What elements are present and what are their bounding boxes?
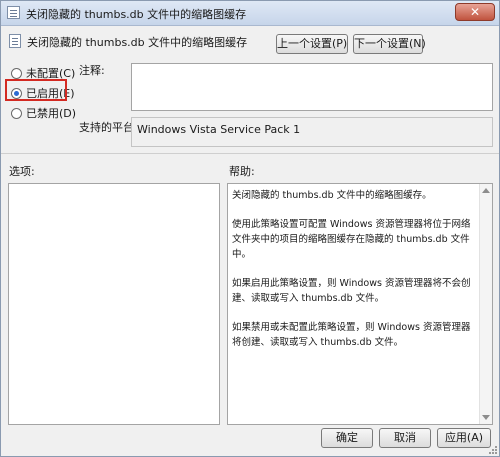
cancel-button[interactable]: 取消 bbox=[379, 428, 431, 448]
policy-setting-icon bbox=[9, 34, 21, 48]
resize-grip-icon[interactable] bbox=[487, 444, 497, 454]
help-paragraph: 如果禁用或未配置此策略设置，则 Windows 资源管理器将创建、读取或写入 t… bbox=[232, 322, 471, 348]
policy-settings-window: 关闭隐藏的 thumbs.db 文件中的缩略图缓存 ✕ 关闭隐藏的 thumbs… bbox=[0, 0, 500, 457]
options-label: 选项: bbox=[9, 165, 35, 178]
comment-textarea[interactable] bbox=[131, 63, 493, 111]
radio-button[interactable] bbox=[11, 107, 22, 119]
radio-disabled[interactable]: 已禁用(D) bbox=[11, 105, 76, 121]
platform-field: Windows Vista Service Pack 1 bbox=[131, 117, 493, 147]
help-panel: 关闭隐藏的 thumbs.db 文件中的缩略图缓存。 使用此策略设置可配置 Wi… bbox=[227, 183, 493, 425]
highlight-box bbox=[5, 79, 67, 101]
help-scrollbar[interactable] bbox=[479, 184, 492, 424]
policy-app-icon bbox=[7, 6, 20, 19]
scroll-up-arrow-icon[interactable] bbox=[482, 188, 490, 193]
previous-setting-button[interactable]: 上一个设置(P) bbox=[276, 34, 348, 54]
comment-label: 注释: bbox=[79, 64, 105, 77]
options-panel bbox=[8, 183, 220, 425]
platform-value: Windows Vista Service Pack 1 bbox=[137, 123, 301, 136]
platform-label: 支持的平台: bbox=[79, 121, 138, 134]
help-paragraph: 使用此策略设置可配置 Windows 资源管理器将位于网络文件夹中的项目的缩略图… bbox=[232, 219, 471, 260]
section-divider bbox=[1, 153, 499, 154]
window-title: 关闭隐藏的 thumbs.db 文件中的缩略图缓存 bbox=[26, 8, 247, 21]
title-bar[interactable]: 关闭隐藏的 thumbs.db 文件中的缩略图缓存 ✕ bbox=[1, 1, 499, 26]
apply-button[interactable]: 应用(A) bbox=[437, 428, 491, 448]
policy-name: 关闭隐藏的 thumbs.db 文件中的缩略图缓存 bbox=[27, 36, 248, 49]
help-label: 帮助: bbox=[229, 165, 255, 178]
help-paragraph: 如果启用此策略设置，则 Windows 资源管理器将不会创建、读取或写入 thu… bbox=[232, 278, 471, 304]
close-button[interactable]: ✕ bbox=[455, 3, 495, 21]
scroll-down-arrow-icon[interactable] bbox=[482, 415, 490, 420]
ok-button[interactable]: 确定 bbox=[321, 428, 373, 448]
next-setting-button[interactable]: 下一个设置(N) bbox=[353, 34, 426, 54]
radio-label: 已禁用(D) bbox=[26, 107, 77, 120]
help-paragraph: 关闭隐藏的 thumbs.db 文件中的缩略图缓存。 bbox=[232, 190, 432, 201]
radio-button[interactable] bbox=[11, 67, 22, 79]
